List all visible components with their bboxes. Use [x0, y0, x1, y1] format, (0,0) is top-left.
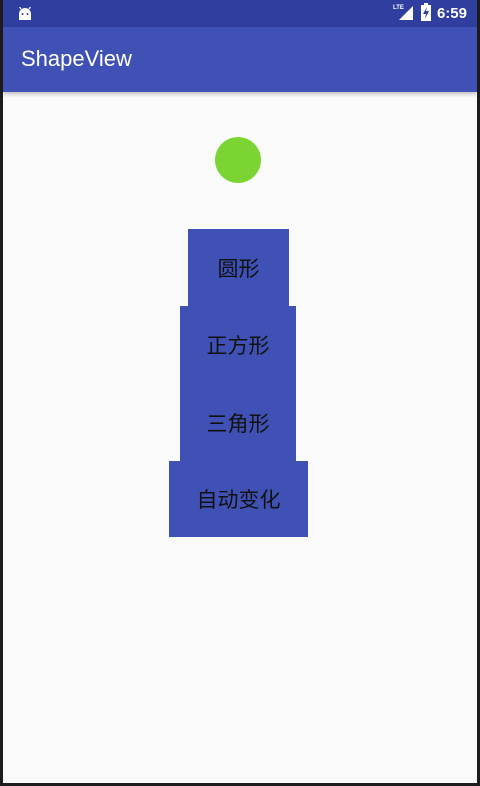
shape-view: [215, 137, 261, 183]
lte-signal-icon: LTE: [393, 3, 415, 25]
triangle-button[interactable]: 三角形: [180, 384, 296, 461]
circle-button[interactable]: 圆形: [188, 229, 289, 306]
status-bar: LTE 6:59: [3, 0, 477, 27]
auto-change-button[interactable]: 自动变化: [169, 461, 308, 537]
app-bar: ShapeView: [3, 27, 477, 92]
status-icons: LTE 6:59: [393, 0, 467, 27]
square-button[interactable]: 正方形: [180, 306, 296, 384]
content-area: 圆形 正方形 三角形 自动变化: [3, 92, 477, 786]
android-icon: [17, 6, 33, 25]
status-time: 6:59: [436, 5, 467, 22]
battery-charging-icon: [420, 2, 431, 25]
app-screen: LTE 6:59 ShapeView 圆形 正方形 三角形 自动变化: [0, 0, 480, 786]
app-title: ShapeView: [21, 46, 132, 71]
svg-text:LTE: LTE: [393, 5, 404, 11]
